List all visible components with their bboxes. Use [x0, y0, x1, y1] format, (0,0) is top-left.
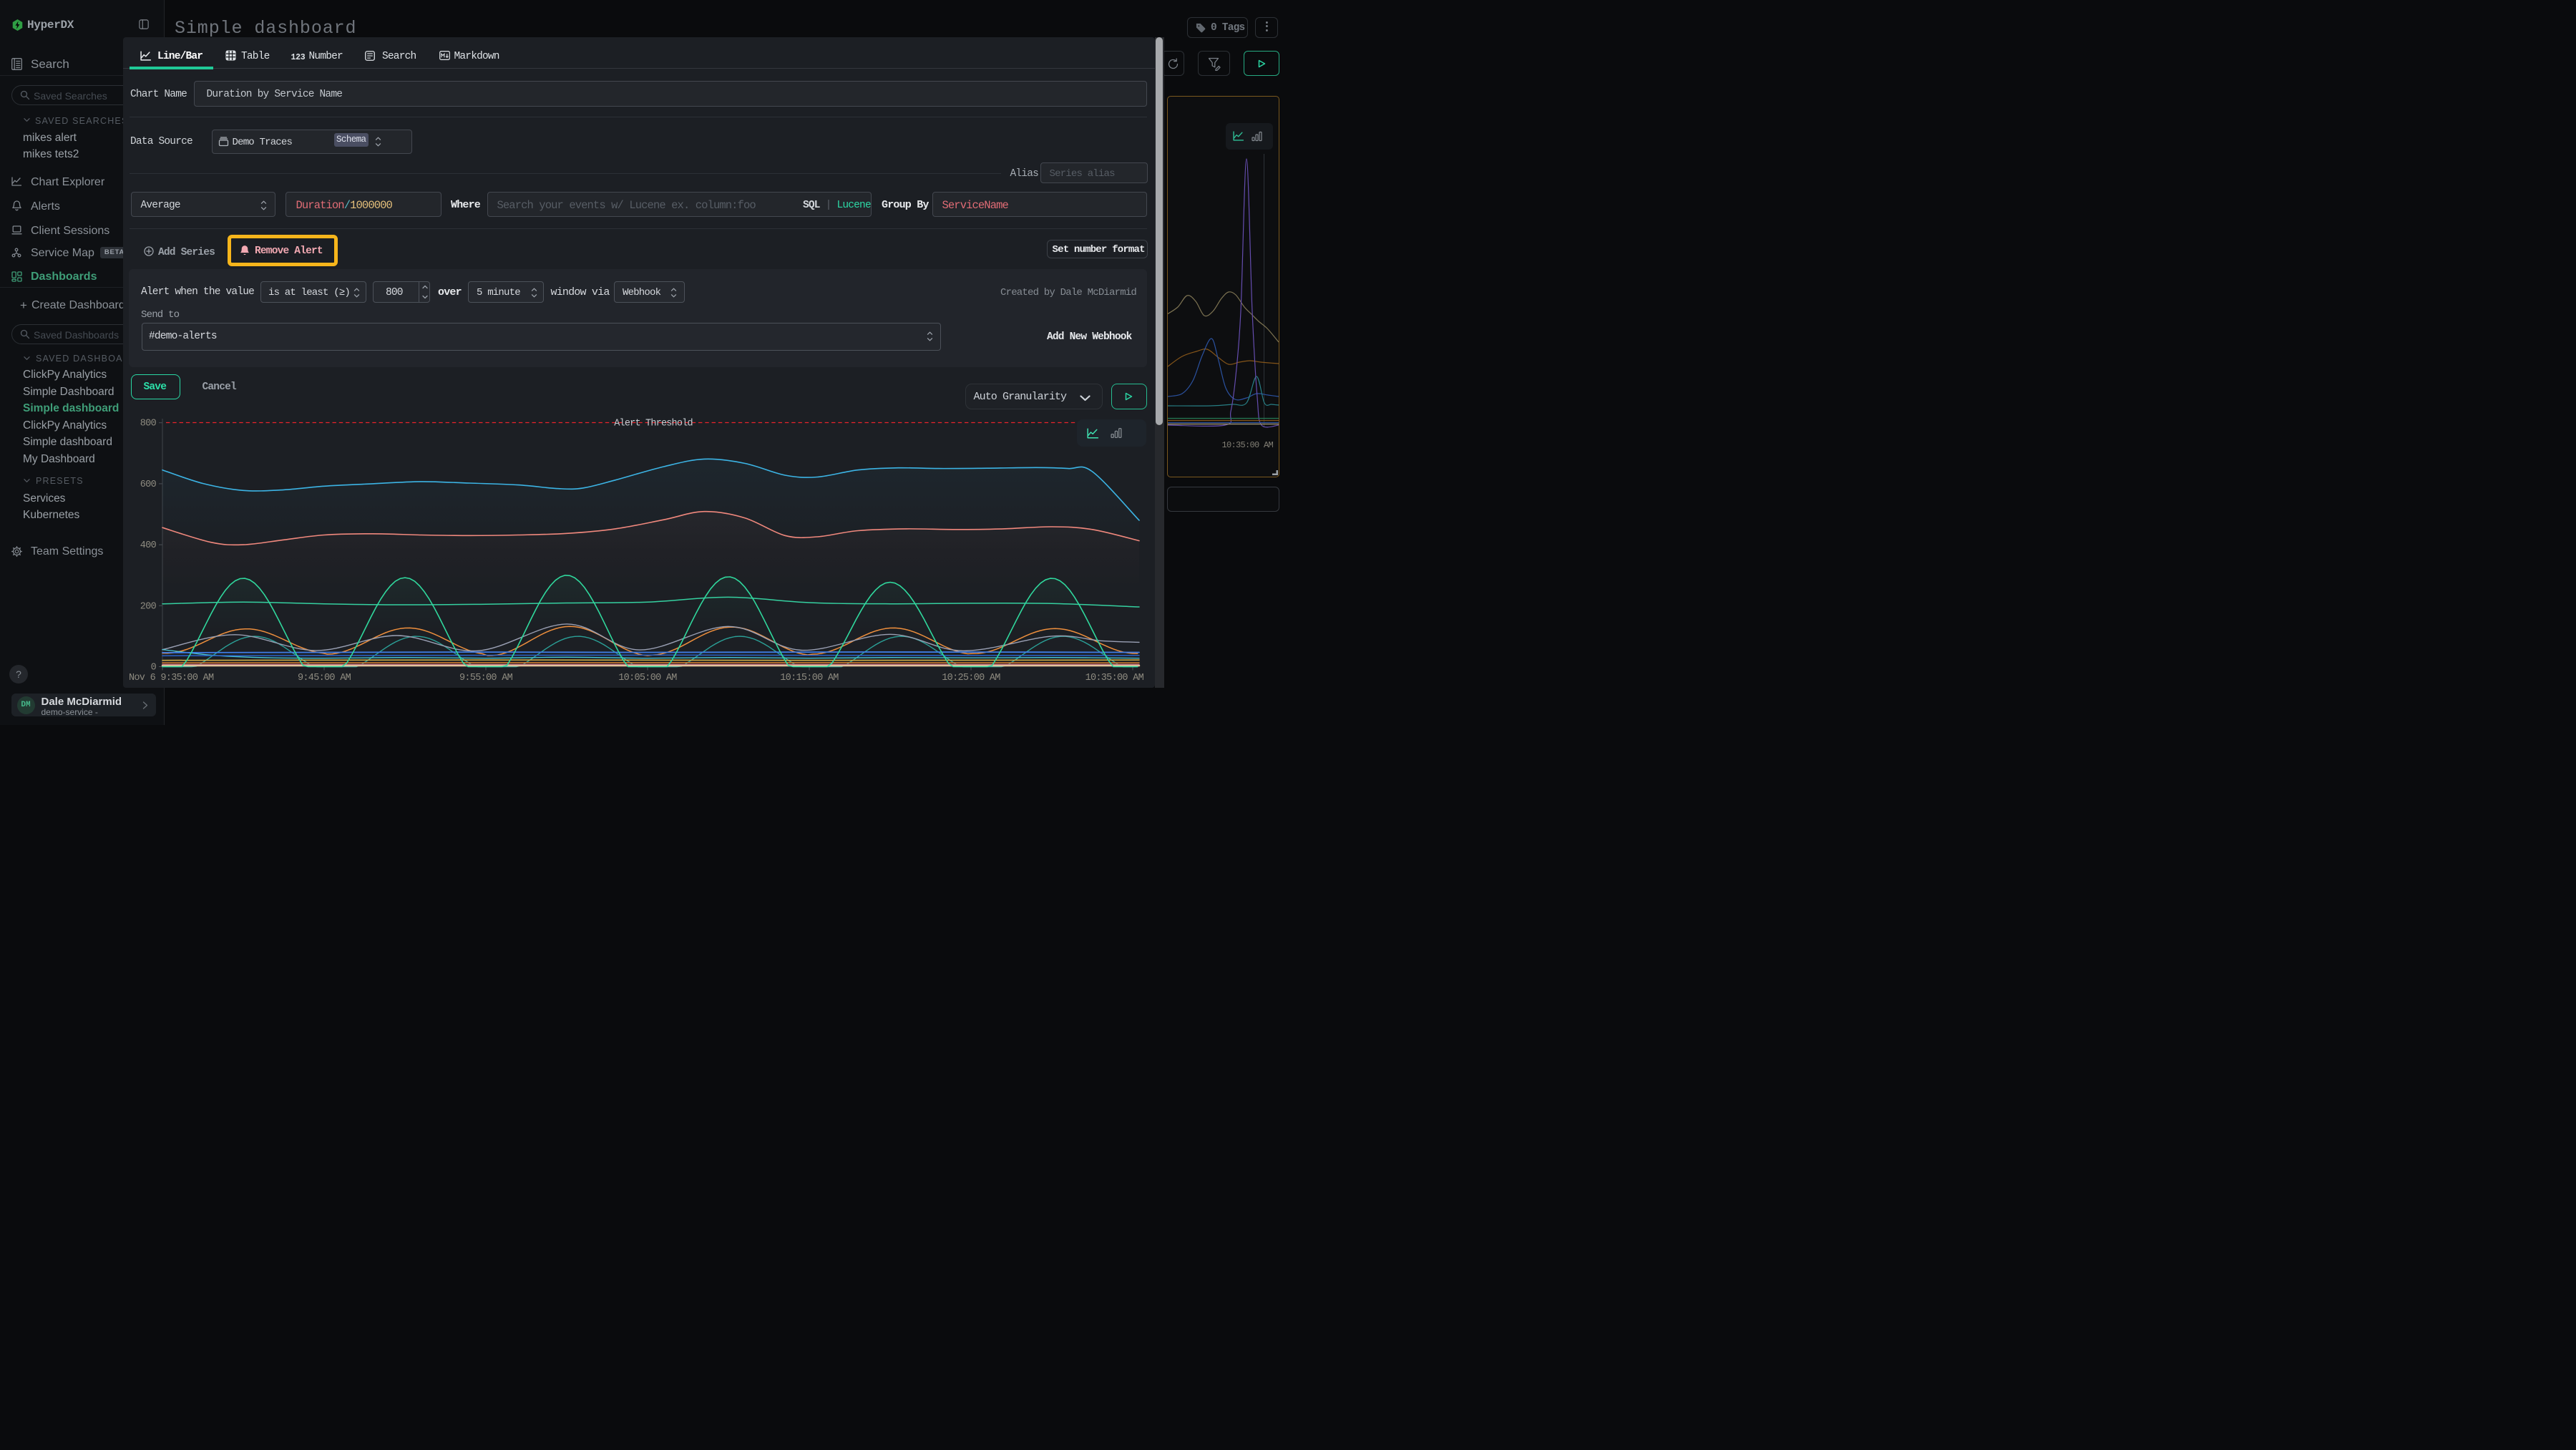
- svg-text:Alert Threshold: Alert Threshold: [614, 418, 693, 429]
- svg-text:200: 200: [140, 601, 156, 612]
- svg-text:800: 800: [140, 418, 156, 429]
- svg-text:9:55:00 AM: 9:55:00 AM: [459, 673, 512, 683]
- svg-text:0: 0: [150, 662, 156, 673]
- svg-text:10:25:00 AM: 10:25:00 AM: [942, 673, 1000, 683]
- svg-text:10:05:00 AM: 10:05:00 AM: [618, 673, 677, 683]
- svg-text:400: 400: [140, 540, 156, 551]
- svg-text:10:15:00 AM: 10:15:00 AM: [780, 673, 839, 683]
- svg-text:600: 600: [140, 479, 156, 490]
- svg-text:Nov 6 9:35:00 AM: Nov 6 9:35:00 AM: [129, 673, 214, 683]
- svg-text:10:35:00 AM: 10:35:00 AM: [1085, 673, 1143, 683]
- svg-text:9:45:00 AM: 9:45:00 AM: [297, 673, 351, 683]
